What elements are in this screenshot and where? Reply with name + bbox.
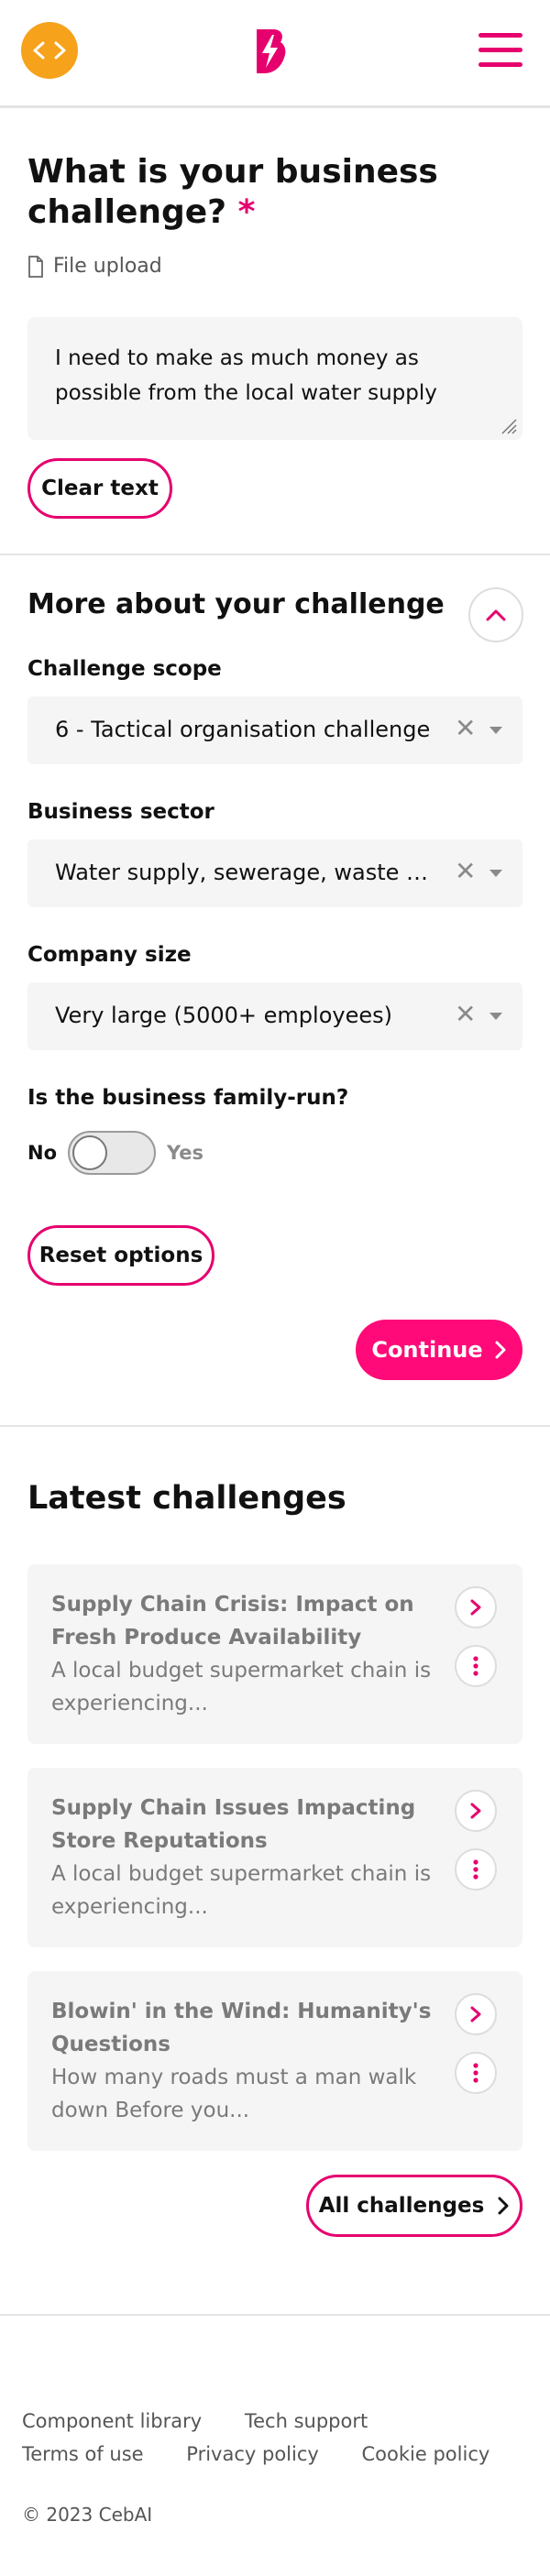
open-card-button[interactable]: [455, 1586, 497, 1628]
card-description: A local budget supermarket chain is expe…: [51, 1862, 432, 1919]
footer-link-terms[interactable]: Terms of use: [22, 2438, 144, 2471]
more-vertical-icon: [473, 1859, 478, 1880]
challenge-card[interactable]: Supply Chain Crisis: Impact on Fresh Pro…: [28, 1564, 522, 1744]
divider: [0, 2314, 550, 2316]
scope-select[interactable]: 6 - Tactical organisation challenge ✕: [28, 696, 522, 764]
chevron-right-icon: [495, 1341, 506, 1359]
collapse-button[interactable]: [468, 587, 523, 642]
toggle-yes-label: Yes: [167, 1142, 204, 1164]
more-vertical-icon: [473, 2063, 478, 2083]
scope-value: 6 - Tactical organisation challenge: [55, 717, 431, 742]
card-title: Supply Chain Issues Impacting Store Repu…: [51, 1796, 416, 1853]
toggle-no-label: No: [28, 1142, 58, 1164]
open-card-button[interactable]: [455, 1993, 497, 2035]
family-run-toggle[interactable]: [68, 1131, 157, 1175]
size-label: Company size: [28, 943, 192, 967]
size-select[interactable]: Very large (5000+ employees) ✕: [28, 982, 522, 1050]
all-challenges-button[interactable]: All challenges: [306, 2175, 522, 2237]
footer-link-tech-support[interactable]: Tech support: [245, 2405, 368, 2438]
reset-options-button[interactable]: Reset options: [28, 1225, 214, 1286]
divider: [0, 554, 550, 555]
card-description: A local budget supermarket chain is expe…: [51, 1659, 432, 1716]
scope-label: Challenge scope: [28, 657, 222, 681]
copyright: © 2023 CebAI: [22, 2504, 153, 2526]
footer-links: Component library Tech support Terms of …: [22, 2405, 535, 2471]
family-run-toggle-row: No Yes: [28, 1131, 204, 1175]
open-card-button[interactable]: [455, 1790, 497, 1832]
card-title: Blowin' in the Wind: Humanity's Question…: [51, 2000, 432, 2056]
sector-label: Business sector: [28, 800, 214, 824]
chevron-up-icon: [486, 609, 506, 621]
file-upload-link[interactable]: File upload: [28, 255, 162, 278]
resize-handle-icon[interactable]: [500, 418, 517, 434]
card-title: Supply Chain Crisis: Impact on Fresh Pro…: [51, 1593, 414, 1650]
footer-link-privacy[interactable]: Privacy policy: [186, 2438, 319, 2471]
sector-select[interactable]: Water supply, sewerage, waste man... ✕: [28, 839, 522, 907]
footer-link-cookie[interactable]: Cookie policy: [362, 2438, 490, 2471]
toggle-knob: [72, 1135, 108, 1170]
caret-down-icon[interactable]: [490, 870, 502, 877]
divider: [0, 1425, 550, 1427]
family-run-label: Is the business family-run?: [28, 1086, 349, 1110]
chevron-right-icon: [498, 2197, 509, 2215]
latest-heading: Latest challenges: [28, 1480, 346, 1517]
clear-text-button[interactable]: Clear text: [28, 458, 172, 519]
size-value: Very large (5000+ employees): [55, 1003, 392, 1028]
clear-icon[interactable]: ✕: [455, 715, 476, 742]
challenge-card[interactable]: Blowin' in the Wind: Humanity's Question…: [28, 1971, 522, 2151]
all-challenges-label: All challenges: [318, 2194, 485, 2218]
challenge-text: I need to make as much money as possible…: [55, 346, 437, 405]
challenge-heading: What is your business challenge? *: [28, 153, 438, 231]
sector-value: Water supply, sewerage, waste man...: [55, 860, 431, 885]
card-more-button[interactable]: [455, 1848, 497, 1891]
card-description: How many roads must a man walk down Befo…: [51, 2066, 417, 2122]
caret-down-icon[interactable]: [490, 1013, 502, 1020]
hamburger-menu-icon[interactable]: [478, 33, 522, 70]
file-icon: [28, 255, 43, 278]
more-vertical-icon: [473, 1656, 478, 1676]
continue-label: Continue: [371, 1337, 483, 1363]
challenge-textarea[interactable]: I need to make as much money as possible…: [28, 317, 522, 440]
chevron-right-icon: [470, 1599, 481, 1616]
card-more-button[interactable]: [455, 1645, 497, 1687]
code-brackets-icon: [33, 41, 66, 60]
continue-button[interactable]: Continue: [356, 1320, 522, 1380]
footer-link-component-library[interactable]: Component library: [22, 2405, 202, 2438]
clear-icon[interactable]: ✕: [455, 858, 476, 885]
chevron-right-icon: [470, 1803, 481, 1819]
card-more-button[interactable]: [455, 2052, 497, 2094]
required-mark: *: [237, 193, 256, 231]
chevron-right-icon: [470, 2006, 481, 2022]
clear-icon[interactable]: ✕: [455, 1001, 476, 1028]
bolt-b-logo-icon[interactable]: [253, 27, 288, 75]
caret-down-icon[interactable]: [490, 727, 502, 734]
challenge-card[interactable]: Supply Chain Issues Impacting Store Repu…: [28, 1768, 522, 1947]
options-heading: More about your challenge: [28, 588, 445, 620]
site-header: [0, 0, 550, 108]
file-upload-label: File upload: [53, 255, 162, 278]
code-button[interactable]: [21, 22, 78, 79]
